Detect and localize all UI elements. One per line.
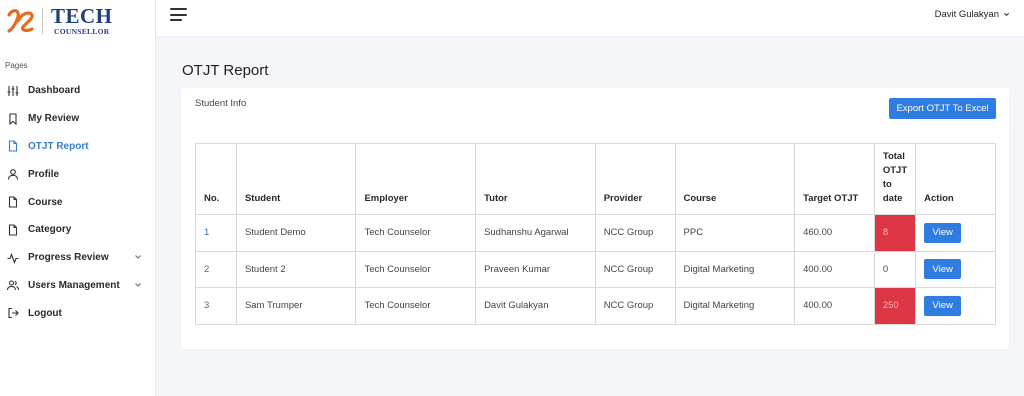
chevron-down-icon [135,282,141,287]
user-name: Davit Gulakyan [934,9,999,20]
column-header: Provider [594,143,676,215]
brand-logo[interactable]: TECH COUNSELLOR [6,4,113,38]
export-otjt-button[interactable]: Export OTJT To Excel [889,98,996,119]
sidebar-item-users-management[interactable]: Users Management [0,272,156,300]
sidebar-item-category[interactable]: Category [0,216,156,244]
cell-provider: NCC Group [594,214,676,252]
file-icon [6,196,19,209]
column-header: Student [235,143,357,215]
activity-icon [6,251,19,264]
sidebar-item-dashboard[interactable]: Dashboard [0,77,156,105]
column-header: No. [195,143,237,215]
file-icon [6,140,19,153]
user-icon [6,168,19,181]
cell-student: Student 2 [235,250,357,288]
topbar: Davit Gulakyan [156,0,1024,36]
sidebar-item-profile[interactable]: Profile [0,160,156,188]
sidebar-item-logout[interactable]: Logout [0,299,156,327]
column-header: Tutor [475,143,596,215]
table-body: 1 Student Demo Tech Counselor Sudhanshu Aga… [195,214,996,325]
cell-total: 8 [873,214,917,252]
cell-target: 400.00 [794,250,875,288]
menu-toggle-icon[interactable] [170,8,187,22]
sidebar-nav: Dashboard My Review OTJT Report Profile Cour… [0,77,156,327]
cell-course: Digital Marketing [674,287,796,325]
sidebar-item-label: OTJT Report [28,140,89,152]
cell-target: 400.00 [794,287,875,325]
cell-student: Sam Trumper [235,287,357,325]
view-button[interactable]: View [924,295,962,316]
column-header: Employer [355,143,477,215]
column-header: Action [915,143,996,215]
sidebar-item-label: My Review [28,113,80,125]
sidebar-item-course[interactable]: Course [0,188,156,216]
sidebar-item-label: Logout [28,307,62,319]
sidebar-section-label: Pages [5,61,28,70]
logout-icon [6,307,19,320]
cell-total: 0 [873,250,917,288]
sidebar-item-otjt-report[interactable]: OTJT Report [0,133,156,161]
table-row: 3 Sam Trumper Tech Counselor Davit Gulakyan… [195,287,996,325]
sidebar: TECH COUNSELLOR Pages Dashboard My Review… [0,0,156,396]
cell-provider: NCC Group [594,287,676,325]
column-header: Course [674,143,796,215]
cell-no: 2 [195,250,237,288]
table-header-row: No. Student Employer Tutor Provider Course Tar… [195,143,996,215]
cell-action: View [915,214,996,252]
view-button[interactable]: View [924,222,962,243]
chevron-down-icon [135,254,141,259]
table-row: 1 Student Demo Tech Counselor Sudhanshu Aga… [195,214,996,252]
cell-tutor: Davit Gulakyan [475,287,596,325]
cell-student: Student Demo [235,214,357,252]
cell-tutor: Praveen Kumar [475,250,596,288]
sliders-icon [6,84,19,97]
sidebar-item-label: Course [28,196,63,208]
otjt-table: No. Student Employer Tutor Provider Course Tar… [195,143,996,325]
cell-target: 460.00 [794,214,875,252]
cell-action: View [915,287,996,325]
sidebar-item-label: Profile [28,168,60,180]
table-row: 2 Student 2 Tech Counselor Praveen Kumar NCC… [195,250,996,288]
cell-course: Digital Marketing [674,250,796,288]
brand-tagline: COUNSELLOR [54,27,110,37]
cell-employer: Tech Counselor [355,250,477,288]
cell-provider: NCC Group [594,250,676,288]
users-icon [6,279,19,292]
cell-employer: Tech Counselor [355,214,477,252]
brand-wordmark: TECH COUNSELLOR [51,6,113,36]
cell-tutor: Sudhanshu Agarwal [475,214,596,252]
sidebar-item-label: Dashboard [28,85,81,97]
cell-employer: Tech Counselor [355,287,477,325]
tc-monogram-icon [6,7,36,35]
sidebar-item-progress-review[interactable]: Progress Review [0,244,156,272]
student-info-card: Student Info Export OTJT To Excel No. Stu… [181,88,1009,349]
brand-name: TECH [51,4,113,29]
column-header: Total OTJT to date [873,143,917,215]
sidebar-item-label: Users Management [28,279,120,291]
view-button[interactable]: View [924,259,962,280]
cell-total: 250 [873,287,917,325]
card-title: Student Info [195,98,247,109]
column-header: Target OTJT [794,143,875,215]
logo-divider [42,8,43,34]
chevron-down-icon [1003,12,1010,17]
file-icon [6,223,19,236]
bookmark-icon [6,112,19,125]
sidebar-item-my-review[interactable]: My Review [0,105,156,133]
cell-action: View [915,250,996,288]
cell-no: 3 [195,287,237,325]
sidebar-item-label: Progress Review [28,252,109,264]
cell-course: PPC [674,214,796,252]
user-menu[interactable]: Davit Gulakyan [935,9,1010,20]
cell-no: 1 [195,214,237,252]
page-title: OTJT Report [182,62,269,79]
sidebar-item-label: Category [28,224,72,236]
